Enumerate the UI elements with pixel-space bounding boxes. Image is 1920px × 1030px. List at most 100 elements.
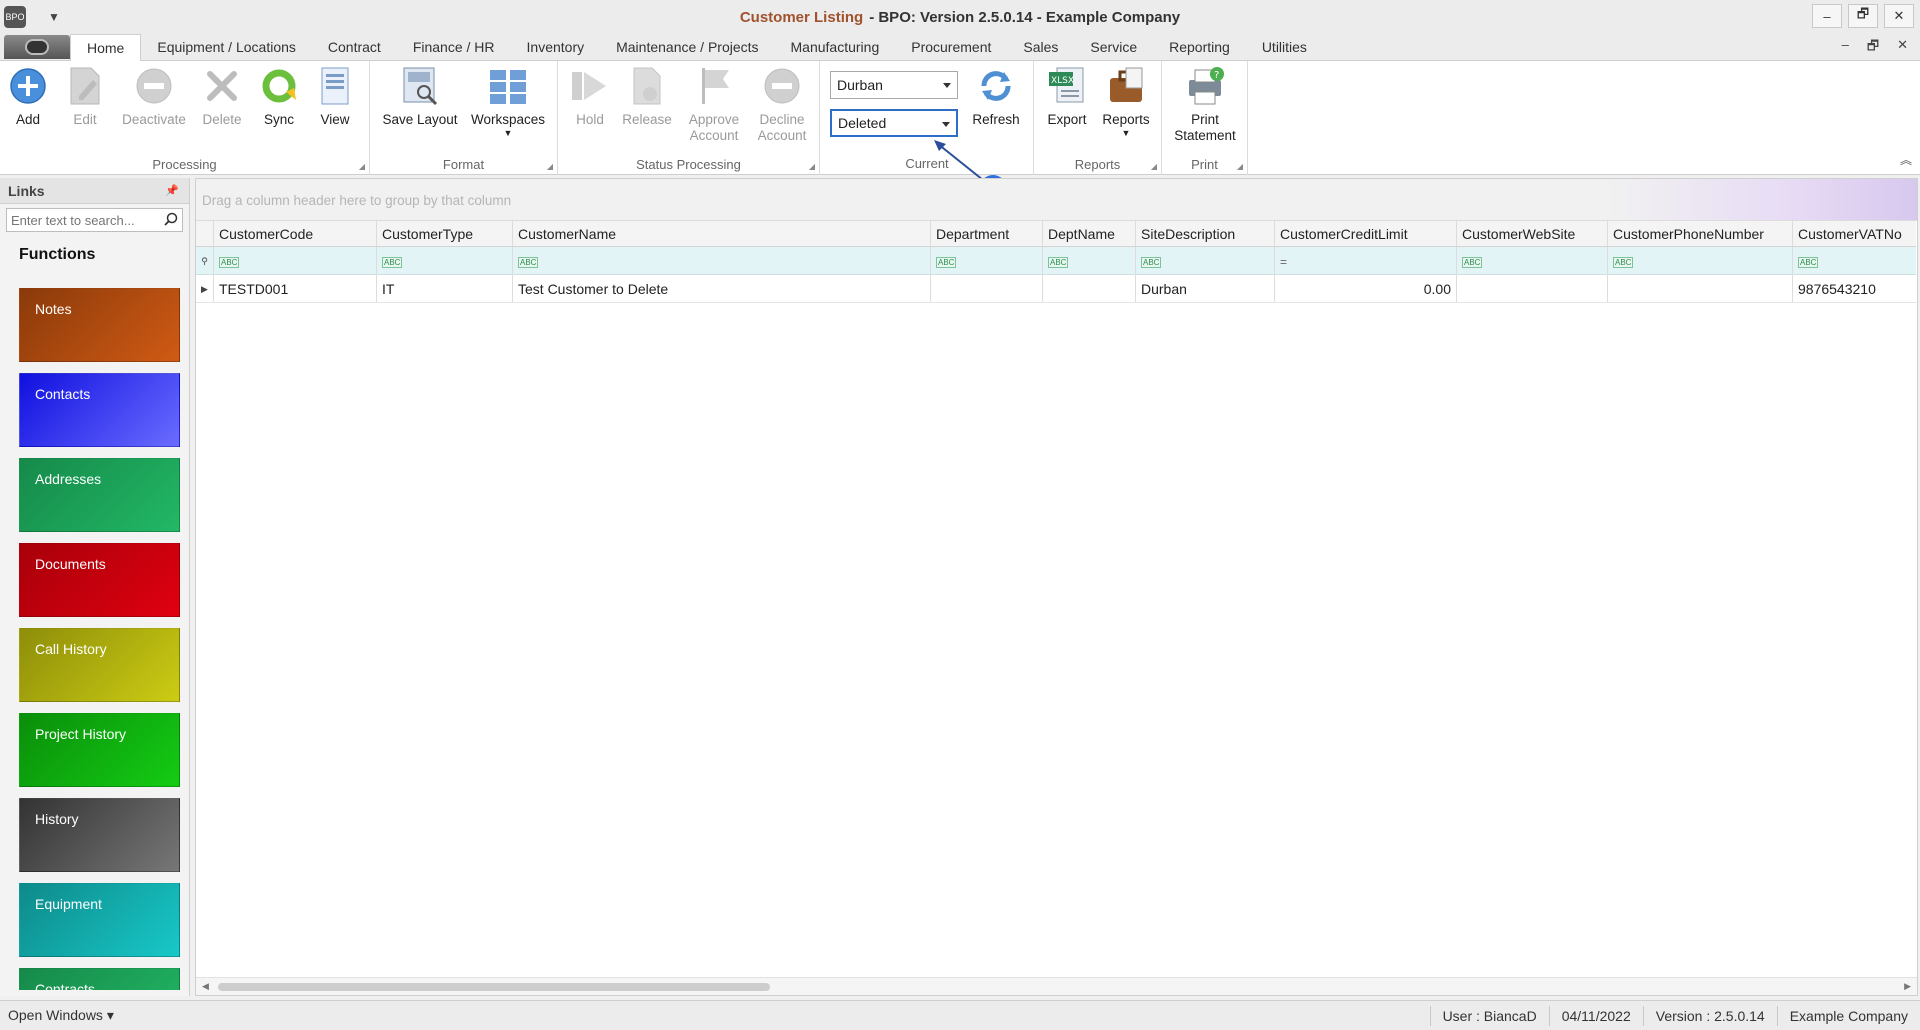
view-button[interactable]: View — [315, 65, 355, 128]
column-header-department[interactable]: Department — [931, 221, 1043, 246]
sync-button[interactable]: Sync — [259, 65, 299, 128]
search-icon[interactable] — [164, 212, 178, 229]
filter-cell[interactable]: ABC — [1136, 247, 1275, 274]
group-launcher-icon[interactable]: ◢ — [547, 162, 553, 171]
group-by-panel[interactable]: Drag a column header here to group by th… — [196, 179, 1917, 221]
column-header-customerphonenumber[interactable]: CustomerPhoneNumber — [1608, 221, 1793, 246]
tab-equipment-locations[interactable]: Equipment / Locations — [141, 34, 312, 60]
mdi-close-icon[interactable]: ✕ — [1897, 37, 1908, 59]
function-contacts[interactable]: Contacts — [19, 373, 180, 447]
refresh-button[interactable]: Refresh — [968, 65, 1024, 128]
column-header-deptname[interactable]: DeptName — [1043, 221, 1136, 246]
tab-service[interactable]: Service — [1074, 34, 1153, 60]
cell-customercreditlimit[interactable]: 0.00 — [1275, 275, 1457, 302]
function-documents[interactable]: Documents — [19, 543, 180, 617]
group-status-processing: Hold Release Approve Account Decline Acc… — [558, 61, 820, 175]
collapse-ribbon-icon[interactable]: ︽ — [1900, 151, 1912, 168]
column-header-customername[interactable]: CustomerName — [513, 221, 931, 246]
group-launcher-icon[interactable]: ◢ — [359, 162, 365, 171]
tab-sales[interactable]: Sales — [1007, 34, 1074, 60]
column-header-customervatno[interactable]: CustomerVATNo — [1793, 221, 1916, 246]
cell-deptname[interactable] — [1043, 275, 1136, 302]
deactivate-button[interactable]: Deactivate — [118, 65, 190, 128]
reports-button[interactable]: Reports ▼ — [1098, 65, 1154, 138]
open-windows-button[interactable]: Open Windows ▾ — [8, 1007, 114, 1024]
delete-button[interactable]: Delete — [202, 65, 242, 128]
scroll-right-icon[interactable]: ▶ — [1904, 981, 1911, 992]
cell-customercode[interactable]: TESTD001 — [214, 275, 377, 302]
minimize-button[interactable]: – — [1812, 4, 1842, 28]
group-launcher-icon[interactable]: ◢ — [1237, 162, 1243, 171]
function-call-history[interactable]: Call History — [19, 628, 180, 702]
horizontal-scrollbar[interactable]: ◀ ▶ — [196, 977, 1917, 995]
cell-customervatno[interactable]: 9876543210 — [1793, 275, 1916, 302]
column-header-customercode[interactable]: CustomerCode — [214, 221, 377, 246]
filter-cell[interactable]: ABC — [1793, 247, 1916, 274]
column-header-customertype[interactable]: CustomerType — [377, 221, 513, 246]
workspaces-button[interactable]: Workspaces ▼ — [468, 65, 548, 138]
cell-customertype[interactable]: IT — [377, 275, 513, 302]
function-contracts[interactable]: Contracts — [19, 968, 180, 990]
application-menu-button[interactable] — [4, 35, 70, 59]
function-equipment[interactable]: Equipment — [19, 883, 180, 957]
site-combobox[interactable]: Durban — [830, 71, 958, 99]
cell-customername[interactable]: Test Customer to Delete — [513, 275, 931, 302]
cell-department[interactable] — [931, 275, 1043, 302]
export-button[interactable]: XLSX Export — [1042, 65, 1092, 128]
filter-cell[interactable]: ABC — [1457, 247, 1608, 274]
save-layout-button[interactable]: Save Layout — [380, 65, 460, 128]
filter-cell[interactable]: ABC — [513, 247, 931, 274]
column-header-sitedescription[interactable]: SiteDescription — [1136, 221, 1275, 246]
tab-finance-hr[interactable]: Finance / HR — [397, 34, 511, 60]
release-button[interactable]: Release — [622, 65, 672, 128]
group-launcher-icon[interactable]: ◢ — [1151, 162, 1157, 171]
restore-button[interactable]: 🗗 — [1848, 4, 1878, 28]
status-combobox[interactable]: Deleted — [830, 109, 958, 137]
function-project-history[interactable]: Project History — [19, 713, 180, 787]
filter-cell[interactable]: ABC — [931, 247, 1043, 274]
tab-home[interactable]: Home — [70, 34, 142, 61]
cell-customerwebsite[interactable] — [1457, 275, 1608, 302]
column-header-customerwebsite[interactable]: CustomerWebSite — [1457, 221, 1608, 246]
add-button[interactable]: Add — [8, 65, 48, 128]
function-notes[interactable]: Notes — [19, 288, 180, 362]
filter-cell[interactable]: ABC — [377, 247, 513, 274]
decline-account-button[interactable]: Decline Account — [752, 65, 812, 144]
app-logo-icon[interactable]: BPO — [4, 6, 26, 28]
edit-button[interactable]: Edit — [65, 65, 105, 128]
filter-cell[interactable]: = — [1275, 247, 1457, 274]
tab-maintenance-projects[interactable]: Maintenance / Projects — [600, 34, 774, 60]
tab-manufacturing[interactable]: Manufacturing — [775, 34, 896, 60]
column-header-customercreditlimit[interactable]: CustomerCreditLimit — [1275, 221, 1457, 246]
close-button[interactable]: ✕ — [1884, 4, 1914, 28]
cell-sitedescription[interactable]: Durban — [1136, 275, 1275, 302]
filter-cell[interactable]: ABC — [1608, 247, 1793, 274]
tab-inventory[interactable]: Inventory — [511, 34, 601, 60]
status-user: User : BiancaD — [1429, 1006, 1549, 1026]
tab-contract[interactable]: Contract — [312, 34, 397, 60]
table-row[interactable]: ▶ TESTD001 IT Test Customer to Delete Du… — [196, 275, 1916, 303]
scrollbar-thumb[interactable] — [218, 983, 770, 991]
function-history[interactable]: History — [19, 798, 180, 872]
approve-account-button[interactable]: Approve Account — [684, 65, 744, 144]
site-dropdown-arrow-icon[interactable] — [943, 83, 951, 88]
status-dropdown-arrow-icon[interactable] — [942, 122, 950, 127]
tab-procurement[interactable]: Procurement — [895, 34, 1007, 60]
filter-cell[interactable]: ABC — [1043, 247, 1136, 274]
save-layout-icon — [400, 65, 440, 107]
tab-reporting[interactable]: Reporting — [1153, 34, 1246, 60]
tab-utilities[interactable]: Utilities — [1246, 34, 1323, 60]
hold-button[interactable]: Hold — [570, 65, 610, 128]
group-launcher-icon[interactable]: ◢ — [809, 162, 815, 171]
filter-cell[interactable]: ABC — [214, 247, 377, 274]
pin-icon[interactable]: 📌 — [165, 184, 179, 197]
quick-access-dropdown-icon[interactable]: ▼ — [48, 10, 60, 24]
cell-customerphonenumber[interactable] — [1608, 275, 1793, 302]
mdi-minimize-icon[interactable]: – — [1842, 37, 1849, 59]
printer-icon: ? — [1185, 65, 1225, 107]
function-addresses[interactable]: Addresses — [19, 458, 180, 532]
print-statement-button[interactable]: ? Print Statement — [1168, 65, 1242, 144]
links-search-input[interactable] — [7, 209, 182, 231]
scroll-left-icon[interactable]: ◀ — [202, 981, 209, 992]
mdi-restore-icon[interactable]: 🗗 — [1867, 37, 1879, 59]
